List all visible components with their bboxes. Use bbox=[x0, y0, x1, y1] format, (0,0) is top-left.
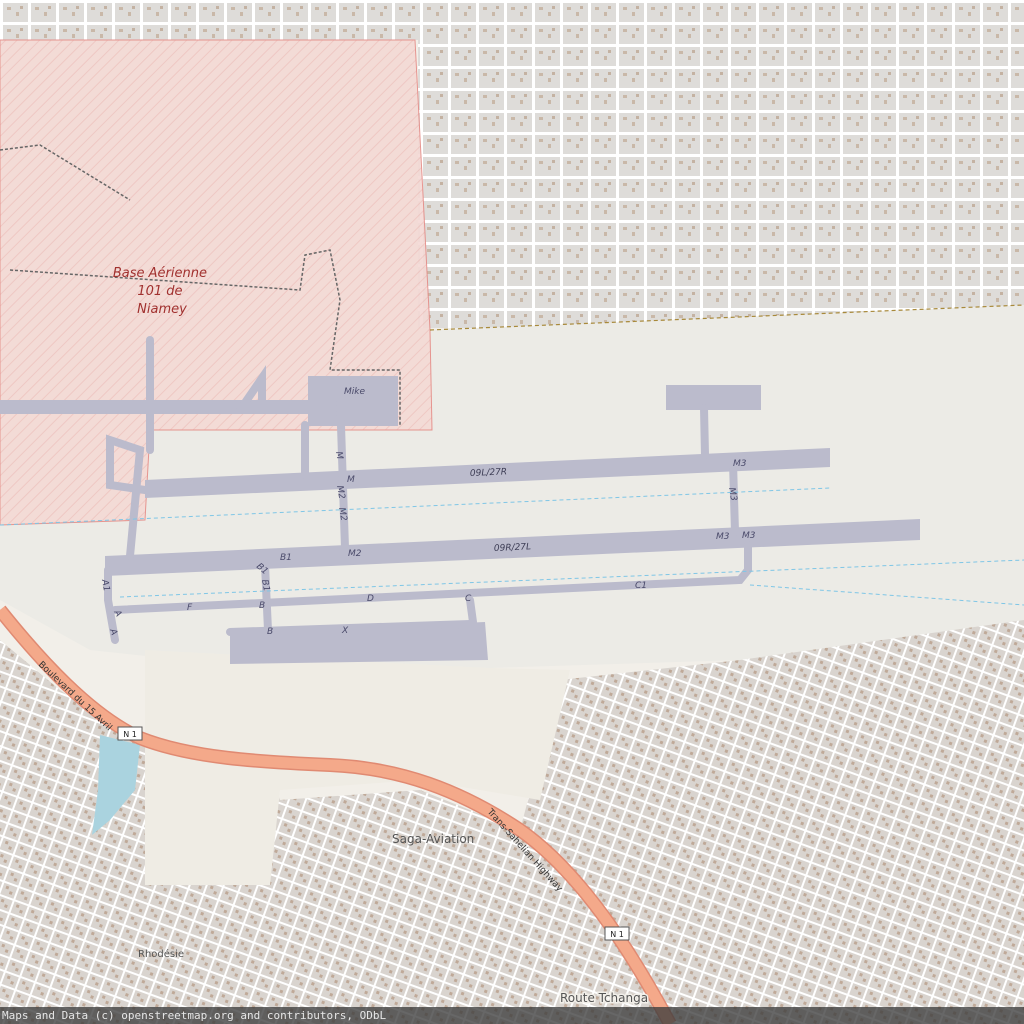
taxiway-label: M3 bbox=[742, 531, 756, 541]
taxiway-label: B bbox=[267, 627, 273, 637]
apron-mike bbox=[308, 376, 398, 426]
urban-area-north bbox=[0, 0, 1024, 40]
place-label-rhodesie: Rhodésie bbox=[138, 948, 184, 960]
taxiway-b[interactable] bbox=[261, 561, 272, 634]
taxiway-label: M bbox=[347, 475, 355, 485]
runway-label-09l: 09L/27R bbox=[470, 467, 508, 479]
svg-text:N 1: N 1 bbox=[123, 730, 137, 739]
svg-text:N 1: N 1 bbox=[610, 930, 624, 939]
apron-east bbox=[666, 385, 761, 410]
taxiway-label: M3 bbox=[733, 459, 747, 469]
runway-label-09r: 09R/27L bbox=[494, 542, 532, 554]
taxiway-label: F bbox=[187, 603, 193, 613]
taxiway-m[interactable] bbox=[336, 391, 349, 552]
shield-n1: N 1 bbox=[604, 926, 630, 941]
urban-area-northeast-main bbox=[418, 40, 1024, 328]
taxiway-label: B bbox=[259, 601, 265, 611]
taxiway-label: B1 bbox=[280, 553, 292, 563]
taxiway-east-apron[interactable] bbox=[700, 404, 709, 459]
taxiway-label: X bbox=[341, 626, 349, 636]
taxiway-label: D bbox=[367, 594, 374, 604]
taxiway-label: C1 bbox=[635, 581, 647, 591]
place-label-saga-aviation: Saga-Aviation bbox=[392, 832, 474, 846]
place-label-route-tchanga: Route Tchanga bbox=[560, 991, 648, 1005]
shield-n1: N 1 bbox=[117, 726, 143, 741]
apron-label: Mike bbox=[344, 387, 365, 397]
map-canvas[interactable]: Base Aérienne 101 de Niamey Mike 09L/27R… bbox=[0, 0, 1024, 1024]
taxiway-label: M3 bbox=[716, 532, 730, 542]
attribution: Maps and Data (c) openstreetmap.org and … bbox=[0, 1007, 1024, 1024]
taxiway-label: B1 bbox=[259, 579, 271, 592]
taxiway-label: C bbox=[465, 594, 472, 604]
taxiway-label: M2 bbox=[348, 549, 362, 559]
